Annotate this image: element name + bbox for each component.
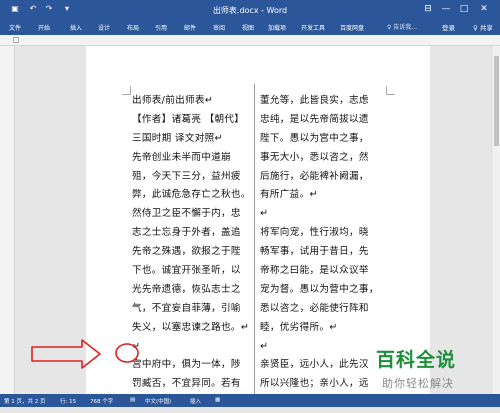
text-line: 亲贤臣，远小人，此先汉: [260, 359, 369, 371]
text-line: 后施行，必能裨补阙漏，: [260, 170, 369, 182]
text-line: 有所广益。↵: [260, 189, 318, 201]
text-line: 忠纯，是以先帝简拔以遗: [260, 113, 369, 125]
tab-design[interactable]: 设计: [98, 23, 110, 32]
login-button[interactable]: 登录: [442, 22, 455, 32]
language-indicator[interactable]: 中文(中国): [145, 397, 171, 405]
text-line: 所以兴隆也；亲小人，远: [260, 378, 369, 390]
macro-icon[interactable]: ▦: [215, 397, 220, 403]
tab-references[interactable]: 引用: [155, 23, 167, 32]
text-line: 事无大小，悉以咨之，然: [260, 151, 369, 163]
proofing-icon[interactable]: ▤: [130, 397, 135, 403]
tab-baidu-netdisk[interactable]: 百度网盘: [340, 23, 364, 32]
ruler-toggle-icon[interactable]: [13, 37, 19, 43]
watermark-main: 百科全说: [376, 349, 457, 371]
text-line: 宫中府中，俱为一体，陟: [132, 359, 241, 371]
watermark: 百科全说 助你轻松解决: [376, 345, 496, 397]
text-line: ↵: [260, 208, 269, 220]
tab-home[interactable]: 开始: [38, 23, 50, 32]
crop-mark: [122, 86, 131, 95]
vertical-ruler[interactable]: [0, 46, 15, 394]
text-line: 失义，以塞忠谏之路也。↵: [132, 321, 250, 333]
text-line: 将军向宠，性行淑均，晓: [260, 227, 369, 239]
text-line: ↵: [260, 340, 269, 352]
word-count[interactable]: 768 个字: [90, 397, 113, 405]
crop-mark: [386, 86, 395, 95]
scrollbar-thumb[interactable]: [494, 56, 499, 146]
tab-mailings[interactable]: 邮件: [184, 23, 196, 32]
text-line: 光先帝遗德，恢弘志士之: [132, 283, 241, 295]
text-line: 帝称之曰能，是以众议举: [260, 265, 369, 277]
left-column[interactable]: 出师表/前出师表↵ 【作者】诸葛亮 【朝代】 三国时期 译文对照↵ 先帝创业未半…: [132, 92, 251, 413]
status-bar: 第 1 页，共 2 页 行: 15 768 个字 ▤ 中文(中国) 插入 ▦: [0, 394, 500, 407]
text-line: 畅军事，试用于昔日，先: [260, 246, 369, 258]
text-line: 宠为督。愚以为营中之事，: [260, 283, 379, 295]
close-button[interactable]: ✕: [476, 3, 492, 15]
insert-mode[interactable]: 插入: [190, 397, 201, 405]
text-line: 陛下。愚以为宫中之事，: [260, 132, 369, 144]
text-line: 气，不宜妄自菲薄，引喻: [132, 302, 241, 314]
tell-me-search[interactable]: ♀ 告诉我...: [387, 22, 417, 31]
horizontal-ruler[interactable]: [0, 35, 500, 46]
text-line: 弊，此诚危急存亡之秋也。: [132, 189, 251, 201]
watermark-sub: 助你轻松解决: [382, 377, 454, 390]
text-line: 三国时期 译文对照↵: [132, 132, 223, 144]
text-line: 下也。诚宜开张圣听，以: [132, 265, 241, 277]
maximize-button[interactable]: □: [456, 3, 472, 15]
text-line: 然侍卫之臣不懈于内，忠: [132, 208, 241, 220]
text-line: ↵: [132, 340, 141, 352]
annotation-arrow-icon: [31, 339, 139, 369]
title-bar: ▣ ↶ ↷ ▾ 出师表.docx - Word ⊟ — □ ✕: [0, 0, 500, 20]
text-line: 志之士忘身于外者，盖追: [132, 227, 241, 239]
text-line: 董允等，此皆良实，志虑: [260, 95, 369, 106]
minimize-button[interactable]: —: [438, 3, 454, 15]
tab-addins[interactable]: 加载项: [268, 23, 286, 32]
annotation-circle-icon: [115, 343, 139, 363]
line-position: 行: 15: [60, 399, 77, 405]
right-column[interactable]: 董允等，此皆良实，志虑 忠纯，是以先帝简拔以遗 陛下。愚以为宫中之事， 事无大小…: [260, 92, 379, 413]
tab-review[interactable]: 审阅: [213, 23, 225, 32]
text-line: 先帝之殊遇，欲报之于陛: [132, 246, 241, 258]
tab-insert[interactable]: 插入: [70, 23, 82, 32]
text-line: 殂，今天下三分，益州疲: [132, 170, 241, 182]
text-line: 罚臧否，不宜异同。若有: [132, 378, 241, 390]
column-divider: [254, 84, 255, 394]
text-line: 先帝创业未半而中道崩: [132, 151, 231, 163]
tab-view[interactable]: 视图: [242, 23, 254, 32]
tab-developer[interactable]: 开发工具: [301, 23, 325, 32]
text-line: 【作者】诸葛亮 【朝代】: [132, 113, 245, 125]
text-line: 睦，优劣得所。↵: [260, 321, 338, 333]
tab-layout[interactable]: 布局: [127, 23, 139, 32]
ribbon-display-button[interactable]: ⊟: [420, 3, 436, 15]
share-button[interactable]: ♀ 共享: [473, 22, 493, 32]
ribbon-tabs: 文件 开始 插入 设计 布局 引用 邮件 审阅 视图 加载项 开发工具 百度网盘…: [0, 20, 500, 35]
tab-file[interactable]: 文件: [9, 23, 21, 32]
text-line: 出师表/前出师表↵: [132, 95, 214, 106]
vertical-scrollbar[interactable]: [491, 46, 500, 394]
page-count[interactable]: 第 1 页，共 2 页: [4, 397, 46, 405]
text-line: 悉以咨之，必能使行阵和: [260, 302, 369, 314]
